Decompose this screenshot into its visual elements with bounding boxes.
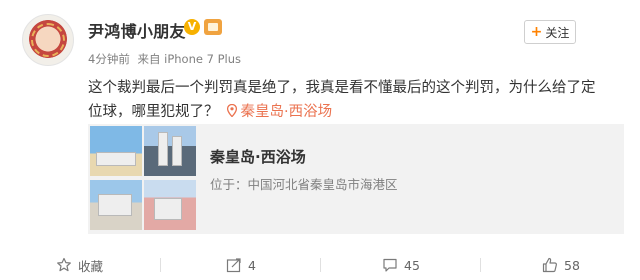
share-icon	[226, 258, 241, 273]
post-time[interactable]: 4分钟前	[88, 52, 130, 66]
location-thumbnail-1	[90, 126, 142, 176]
follow-label: 关注	[545, 25, 570, 40]
share-count: 4	[248, 257, 256, 273]
weibo-post: 尹鸿博小朋友 V 4分钟前 来自 iPhone 7 Plus + 关注 这个裁判…	[0, 0, 640, 280]
action-divider	[160, 258, 161, 272]
like-count: 58	[564, 257, 580, 273]
favorite-button[interactable]: 收藏	[56, 252, 103, 278]
location-thumbnail-3	[90, 180, 142, 230]
location-card-address: 位于：中国河北省秦皇岛市海港区	[210, 177, 398, 192]
comment-icon	[383, 258, 397, 272]
post-meta: 4分钟前 来自 iPhone 7 Plus	[88, 51, 241, 67]
location-card[interactable]: 秦皇岛·西浴场 位于：中国河北省秦皇岛市海港区	[88, 124, 624, 234]
location-thumbnail-4	[144, 180, 196, 230]
post-text-line-1: 这个裁判最后一个判罚真是绝了，我真是看不懂最后的这个判罚，为什么给了定	[88, 80, 596, 96]
favorite-label: 收藏	[78, 258, 104, 274]
action-divider	[480, 258, 481, 272]
post-text-line-2-text: 位球，哪里犯规了？	[88, 104, 219, 120]
location-pin-icon	[226, 104, 237, 117]
star-icon	[57, 257, 71, 272]
action-bar: 收藏 4 45 58	[0, 252, 640, 278]
plus-icon: +	[530, 24, 543, 40]
avatar-decoration	[31, 23, 65, 57]
comment-button[interactable]: 45	[382, 252, 420, 278]
location-thumbnail-2	[144, 126, 196, 176]
comment-count: 45	[404, 257, 420, 273]
user-name[interactable]: 尹鸿博小朋友	[88, 18, 186, 42]
verified-icon: V	[184, 19, 200, 35]
like-button[interactable]: 58	[542, 252, 580, 278]
vip-badge-icon	[204, 19, 222, 35]
share-button[interactable]: 4	[226, 252, 256, 278]
post-source: 来自 iPhone 7 Plus	[137, 52, 241, 66]
avatar[interactable]	[22, 14, 74, 66]
follow-button[interactable]: + 关注	[524, 20, 576, 44]
location-card-title: 秦皇岛·西浴场	[210, 148, 306, 166]
location-link-text: 秦皇岛·西浴场	[240, 104, 333, 120]
post-content: 这个裁判最后一个判罚真是绝了，我真是看不懂最后的这个判罚，为什么给了定 位球，哪…	[88, 76, 628, 124]
location-link[interactable]: 秦皇岛·西浴场	[226, 104, 333, 120]
thumbs-up-icon	[542, 257, 557, 273]
post-text-line-2: 位球，哪里犯规了？ 秦皇岛·西浴场	[88, 100, 628, 124]
action-divider	[320, 258, 321, 272]
